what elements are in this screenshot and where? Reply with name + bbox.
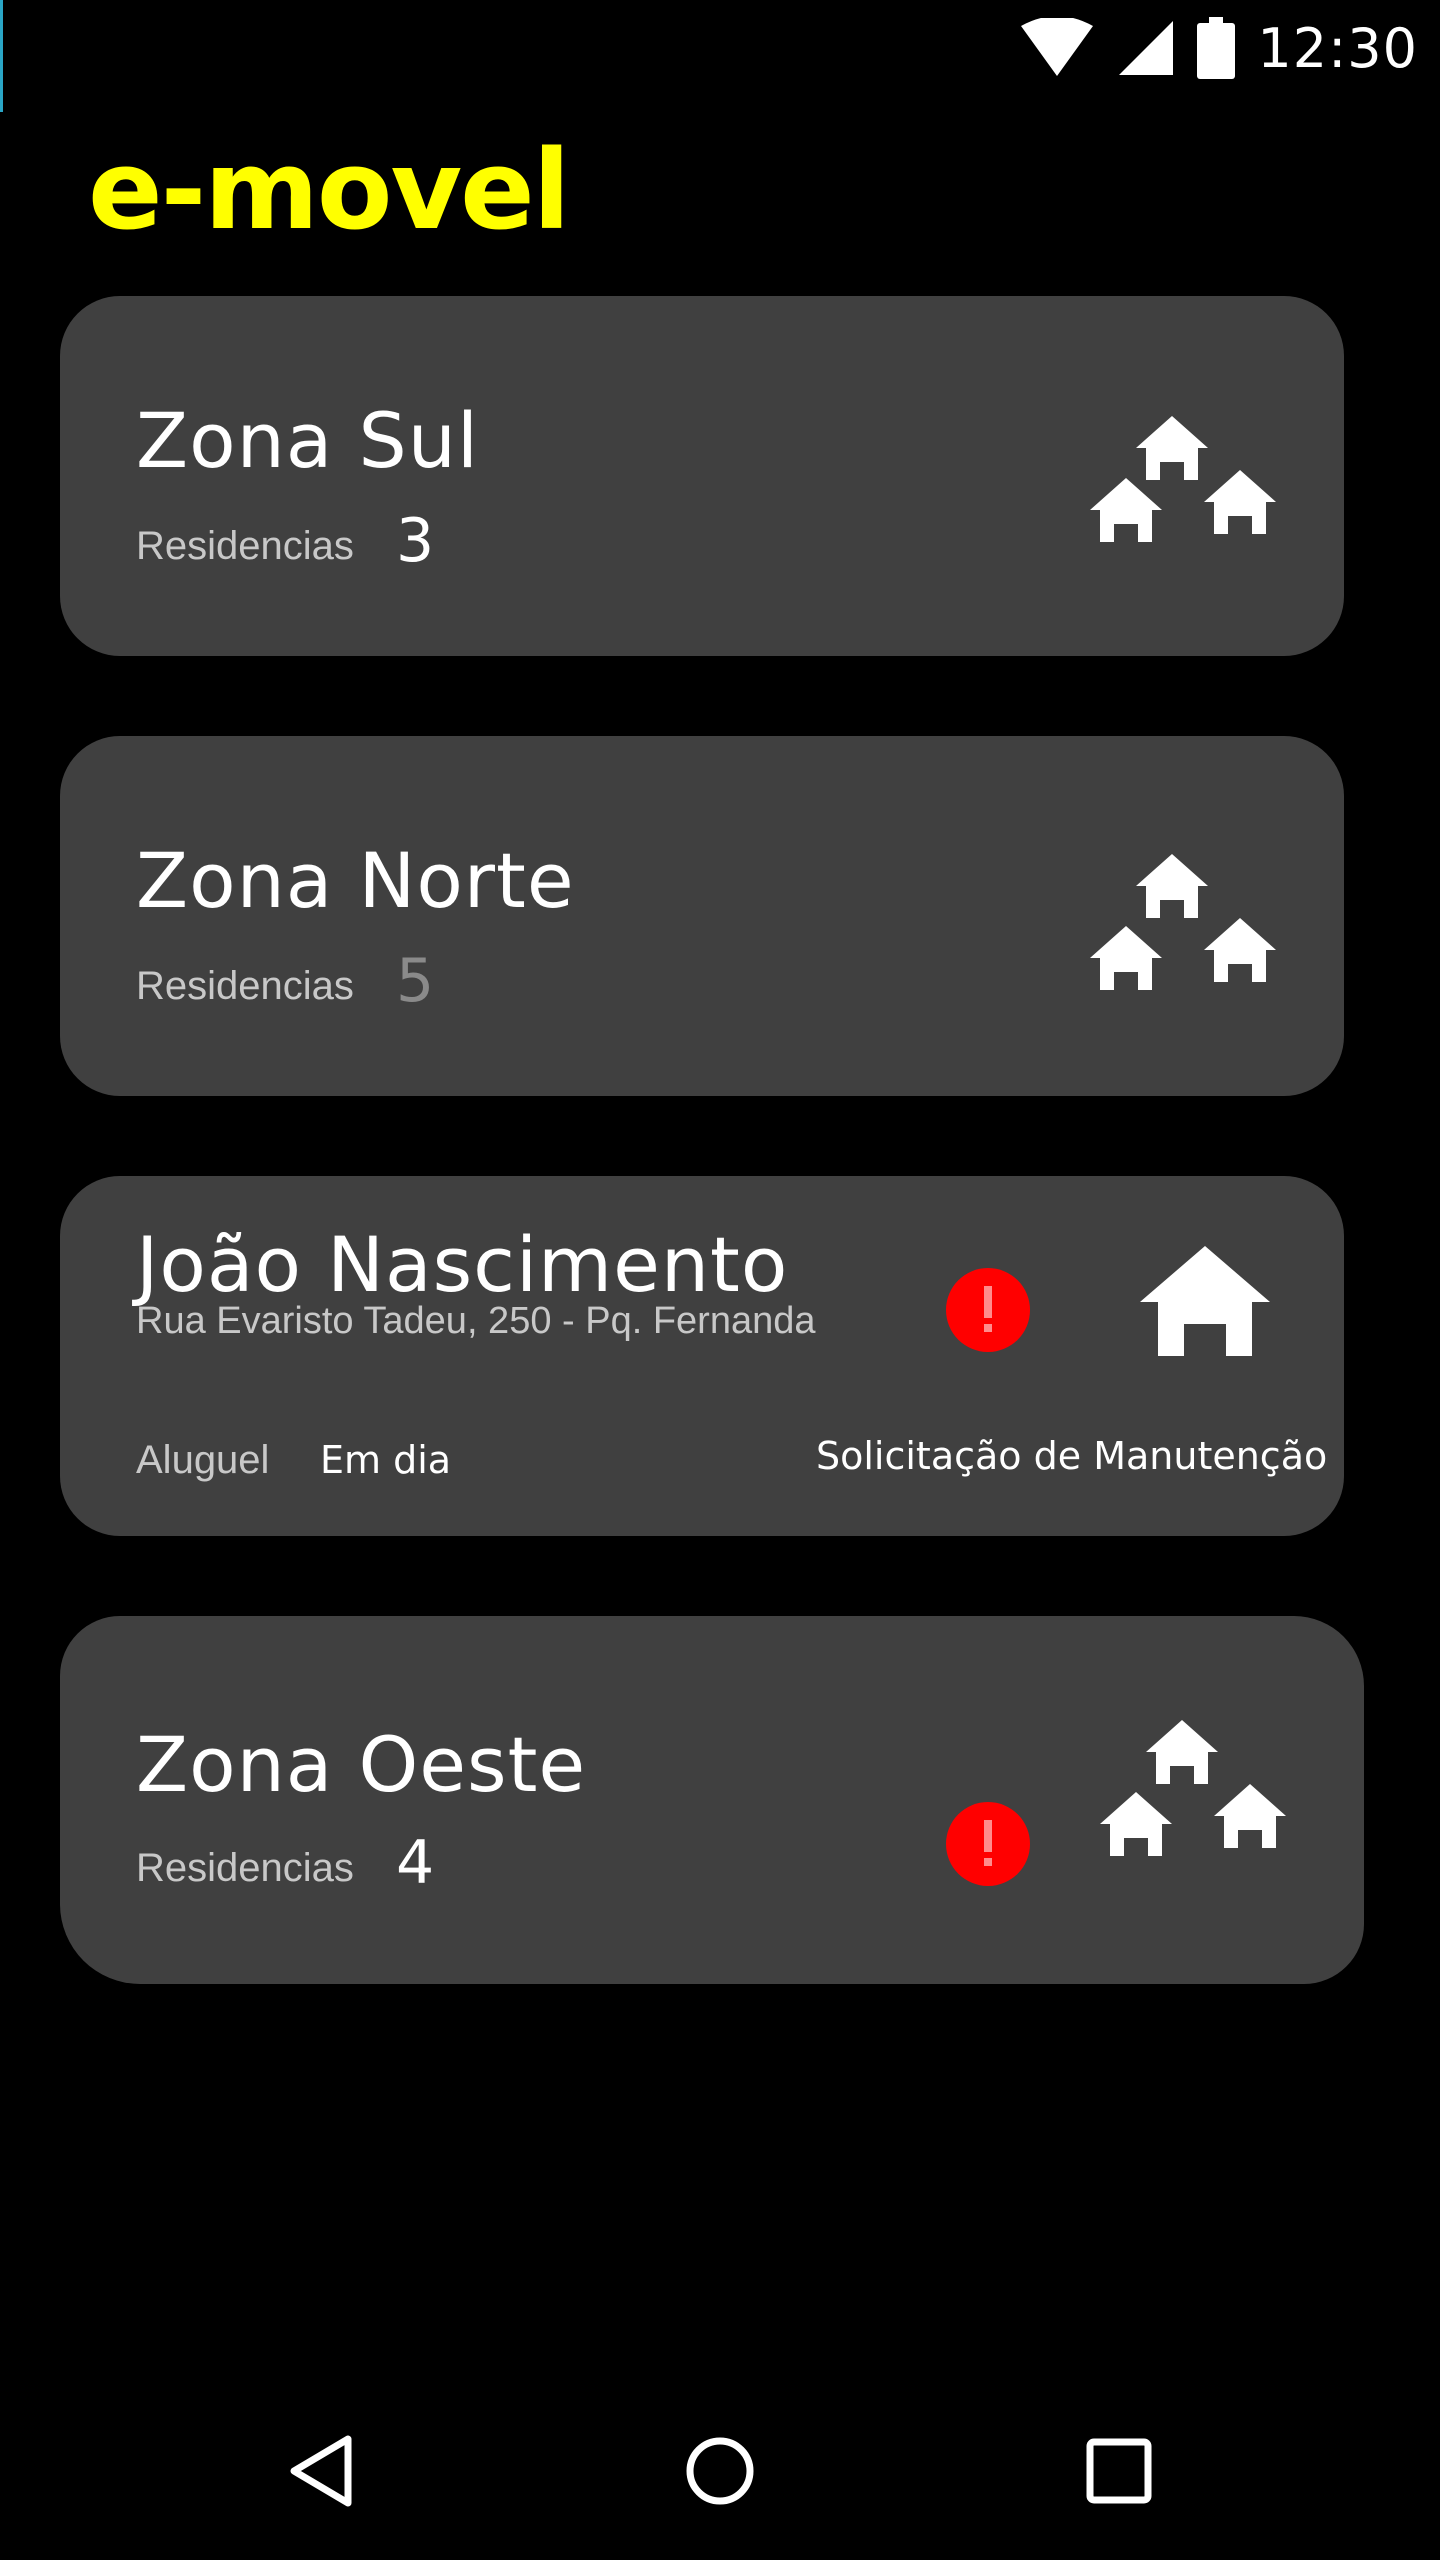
screen: 12:30 e-movel Zona Sul Residencias 3 Zon… bbox=[0, 0, 1440, 2560]
alert-icon[interactable] bbox=[946, 1802, 1030, 1886]
recents-button[interactable] bbox=[1064, 2416, 1174, 2526]
card-label: Residencias bbox=[136, 524, 354, 568]
wifi-icon bbox=[1021, 18, 1094, 76]
status-icons: 12:30 bbox=[1019, 10, 1418, 86]
alert-icon[interactable] bbox=[946, 1268, 1030, 1352]
residence-card[interactable]: João Nascimento Rua Evaristo Tadeu, 250 … bbox=[60, 1176, 1344, 1536]
card-count: 5 bbox=[396, 946, 435, 1016]
status-accent bbox=[0, 0, 3, 112]
maintenance-request-link[interactable]: Solicitação de Manutenção bbox=[816, 1434, 1327, 1478]
zone-card-norte[interactable]: Zona Norte Residencias 5 bbox=[60, 736, 1344, 1096]
houses-icon bbox=[1100, 1720, 1286, 1856]
zone-card-oeste[interactable]: Zona Oeste Residencias 4 bbox=[60, 1616, 1364, 1984]
card-label: Residencias bbox=[136, 1846, 354, 1890]
back-icon bbox=[290, 2435, 352, 2507]
houses-icon bbox=[1090, 854, 1276, 990]
app-title: e-movel bbox=[88, 126, 570, 254]
card-title: Zona Sul bbox=[136, 396, 479, 485]
back-button[interactable] bbox=[266, 2416, 376, 2526]
card-label: Residencias bbox=[136, 964, 354, 1008]
card-title: João Nascimento bbox=[136, 1220, 789, 1309]
recents-icon bbox=[1086, 2438, 1152, 2504]
houses-icon bbox=[1090, 416, 1276, 542]
status-bar: 12:30 bbox=[0, 0, 1440, 112]
navigation-bar bbox=[0, 2376, 1440, 2560]
rent-label: Aluguel bbox=[136, 1438, 270, 1482]
card-title: Zona Oeste bbox=[136, 1720, 587, 1809]
home-button[interactable] bbox=[665, 2416, 775, 2526]
house-icon bbox=[1140, 1246, 1270, 1356]
battery-icon bbox=[1197, 17, 1236, 79]
status-time: 12:30 bbox=[1257, 16, 1418, 80]
card-title: Zona Norte bbox=[136, 836, 575, 925]
rent-status: Em dia bbox=[320, 1438, 452, 1482]
home-icon bbox=[686, 2437, 754, 2505]
signal-icon bbox=[1119, 21, 1174, 75]
card-count: 3 bbox=[396, 506, 435, 576]
card-count: 4 bbox=[396, 1828, 435, 1898]
zone-card-sul[interactable]: Zona Sul Residencias 3 bbox=[60, 296, 1344, 656]
card-address: Rua Evaristo Tadeu, 250 - Pq. Fernanda bbox=[136, 1300, 816, 1342]
